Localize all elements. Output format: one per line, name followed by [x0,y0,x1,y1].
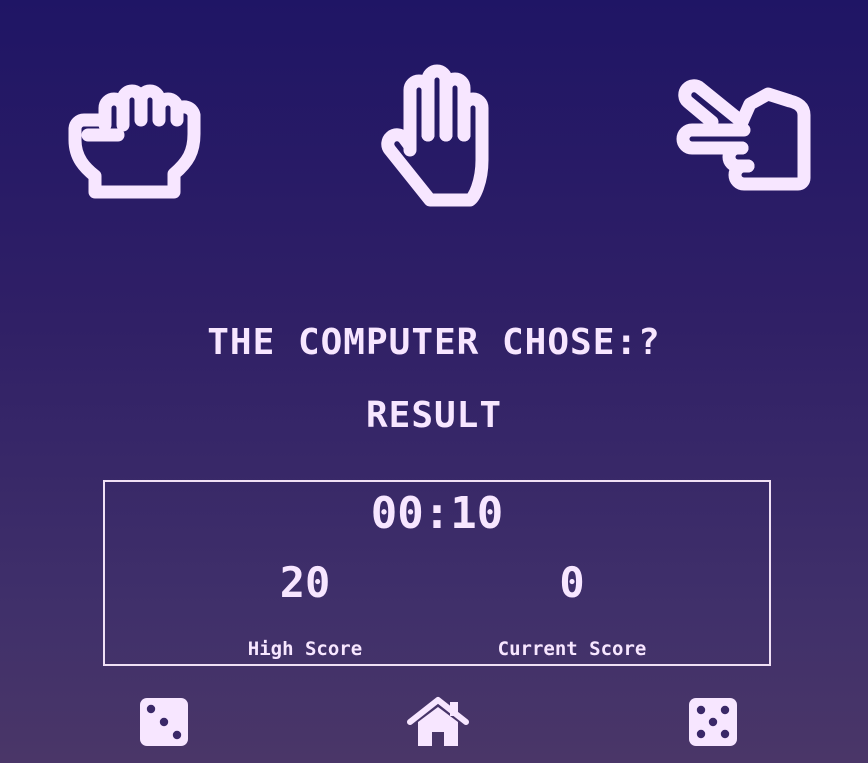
current-score-label: Current Score [497,638,647,660]
home-icon [407,697,469,746]
computer-choice-text: THE COMPUTER CHOSE:? [207,322,661,363]
dice-three-button[interactable] [139,697,189,751]
dice-five-icon [689,698,737,746]
home-button[interactable] [406,696,470,752]
scissors-hand-icon [676,79,811,191]
dice-five-button[interactable] [688,697,738,751]
open-hand-icon [381,64,489,207]
scissors-choice-button[interactable] [670,70,820,210]
rock-choice-button[interactable] [60,70,210,210]
timer: 00:10 [370,488,504,539]
fist-icon [68,84,201,199]
high-score-label: High Score [247,638,363,660]
current-score-value: 0 [559,558,585,607]
result-text: RESULT [365,395,503,436]
paper-choice-button[interactable] [370,60,510,210]
dice-three-icon [140,698,188,746]
score-panel: 00:10 20 0 High Score Current Score [103,480,771,666]
high-score-value: 20 [279,558,331,607]
